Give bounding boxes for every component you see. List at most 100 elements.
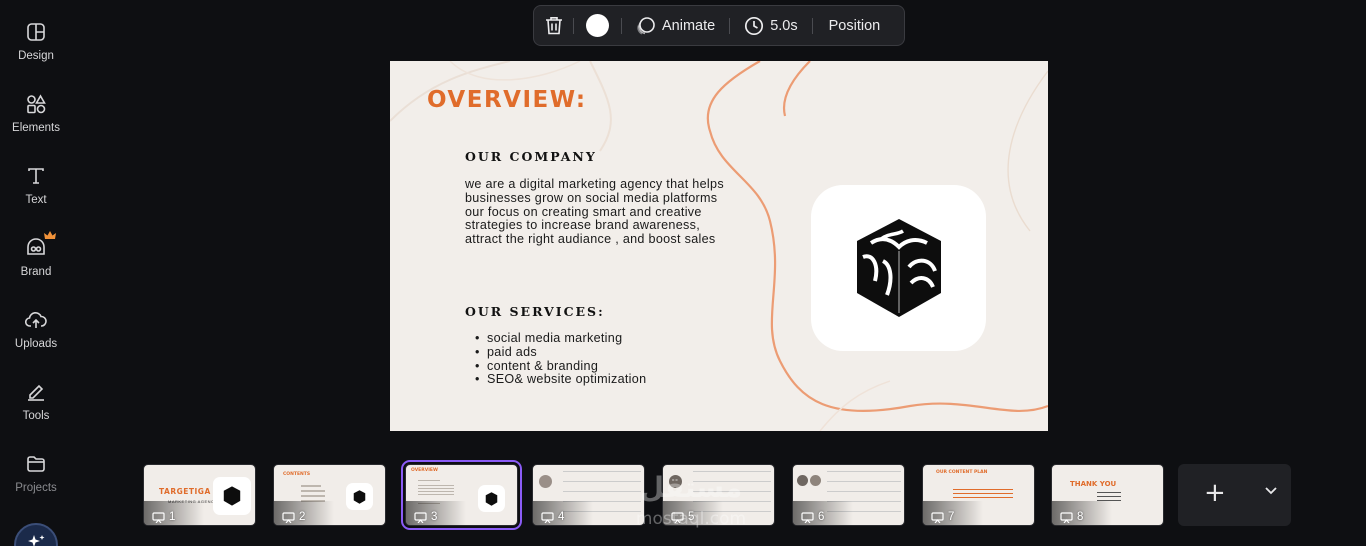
page-number: 1 (152, 511, 175, 523)
sidebar-item-label: Tools (22, 410, 50, 422)
magic-assistant-button[interactable] (14, 523, 58, 546)
design-icon (24, 20, 48, 44)
presentation-icon (931, 511, 944, 523)
services-list[interactable]: social media marketing paid ads content … (475, 331, 646, 387)
duration-label: 5.0s (770, 17, 798, 34)
page-thumbnail-5[interactable]: 5 (662, 464, 775, 526)
page-number-label: 6 (818, 511, 825, 523)
company-description[interactable]: we are a digital marketing agency that h… (465, 177, 740, 247)
sidebar-item-text[interactable]: Text (0, 158, 72, 224)
thumb-table-line (563, 481, 641, 482)
sidebar-item-design[interactable]: Design (0, 14, 72, 80)
thumb-logo (478, 485, 505, 512)
crown-icon (44, 231, 56, 239)
add-page-button[interactable]: + (1204, 480, 1226, 506)
presentation-icon (801, 511, 814, 523)
elements-icon (24, 92, 48, 116)
sidebar-item-label: Brand (20, 266, 52, 278)
position-label: Position (828, 17, 881, 34)
sidebar-item-projects[interactable]: Projects (0, 446, 72, 512)
thumb-title: THANK YOU (1070, 480, 1117, 488)
sidebar-item-label: Projects (15, 482, 57, 494)
trash-icon (546, 17, 562, 35)
thumb-title: TARGETIGA (159, 487, 211, 496)
thumb-title: CONTENTS (283, 472, 311, 477)
thumb-avatar (810, 475, 821, 486)
projects-icon (24, 452, 48, 476)
page-number-label: 1 (169, 511, 176, 523)
thumb-text-line (1097, 496, 1121, 497)
brand-icon (24, 231, 56, 260)
page-number: 7 (931, 511, 954, 523)
animate-button[interactable]: Animate (622, 6, 729, 45)
tools-icon (24, 380, 48, 404)
page-number: 8 (1060, 511, 1083, 523)
company-text-line-1: we are a digital marketing agency that h… (465, 177, 724, 205)
sparkle-icon (28, 535, 45, 546)
thumb-title: OVERVIEW (411, 468, 438, 473)
thumb-table-line (827, 481, 901, 482)
position-button[interactable]: Position (813, 6, 895, 45)
sidebar-item-label: Design (18, 50, 54, 62)
service-item: paid ads (475, 345, 646, 360)
sidebar-item-label: Uploads (14, 338, 58, 350)
cube-logo-icon (856, 219, 941, 317)
sidebar-item-label: Text (25, 194, 47, 206)
thumb-text-line (418, 485, 454, 486)
animate-label: Animate (662, 17, 716, 34)
thumb-text-line (418, 488, 454, 489)
thumb-logo (213, 477, 251, 515)
animate-icon (637, 16, 655, 35)
thumb-link-line (953, 489, 1013, 490)
page-thumbnail-1[interactable]: TARGETIGA MARKETING AGENCY 1 (143, 464, 256, 526)
page-thumbnail-7[interactable]: OUR CONTENT PLAN 7 (922, 464, 1035, 526)
page-number: 2 (282, 511, 305, 523)
thumb-table-line (693, 471, 771, 472)
element-toolbar: Animate 5.0s Position (533, 5, 905, 46)
thumb-title: OUR CONTENT PLAN (936, 470, 988, 475)
sidebar-item-tools[interactable]: Tools (0, 374, 72, 440)
page-thumbnail-2[interactable]: CONTENTS 2 (273, 464, 386, 526)
slide-canvas[interactable]: OVERVIEW: OUR COMPANY we are a digital m… (390, 61, 1048, 431)
presentation-icon (541, 511, 554, 523)
page-thumbnail-3[interactable]: OVERVIEW 3 (401, 460, 522, 530)
sidebar-item-elements[interactable]: Elements (0, 86, 72, 152)
service-item: content & branding (475, 359, 646, 374)
services-heading[interactable]: OUR SERVICES: (465, 304, 605, 319)
presentation-icon (414, 511, 427, 523)
sidebar-item-brand[interactable]: Brand (0, 230, 72, 296)
color-button[interactable] (574, 6, 621, 45)
delete-button[interactable] (534, 6, 573, 45)
page-thumbnail-6[interactable]: 6 (792, 464, 905, 526)
page-thumbnail-4[interactable]: 4 (532, 464, 645, 526)
presentation-icon (1060, 511, 1073, 523)
sidebar-item-label: Elements (12, 122, 60, 134)
chevron-down-icon[interactable] (1264, 486, 1278, 495)
add-page-control: + (1178, 464, 1291, 526)
page-thumbnail-8[interactable]: THANK YOU 8 (1051, 464, 1164, 526)
uploads-icon (24, 308, 48, 332)
text-icon (24, 164, 48, 188)
duration-button[interactable]: 5.0s (730, 6, 811, 45)
thumb-text-line (301, 495, 325, 497)
sidebar-item-uploads[interactable]: Uploads (0, 302, 72, 368)
service-item: social media marketing (475, 331, 646, 346)
page-number-label: 2 (299, 511, 306, 523)
slide-title[interactable]: OVERVIEW: (427, 87, 587, 113)
logo-card[interactable] (811, 185, 986, 351)
left-sidebar: Design Elements Text Brand Uploads Tools… (0, 0, 72, 546)
thumb-avatar (797, 475, 808, 486)
cube-logo-icon (353, 489, 366, 504)
page-number-label: 4 (558, 511, 565, 523)
thumb-link-line (953, 493, 1013, 494)
page-number: 5 (671, 511, 694, 523)
presentation-icon (152, 511, 165, 523)
thumb-logo (346, 483, 373, 510)
presentation-icon (282, 511, 295, 523)
thumb-text-line (301, 485, 321, 487)
service-item: SEO& website optimization (475, 373, 646, 387)
company-text-line-2: our focus on creating smart and creative… (465, 204, 716, 247)
page-number: 3 (414, 511, 437, 523)
page-number-label: 7 (948, 511, 955, 523)
company-heading[interactable]: OUR COMPANY (465, 149, 597, 164)
